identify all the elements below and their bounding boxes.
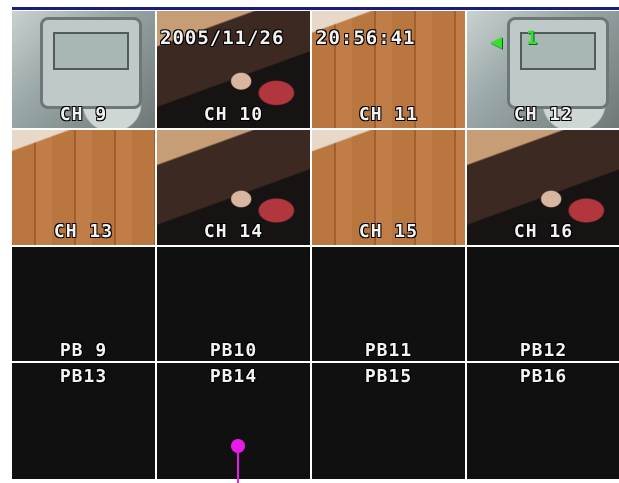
playback-tile-pb14[interactable]: PB14 bbox=[157, 363, 310, 479]
channel-label: CH 12 bbox=[513, 104, 574, 125]
camera-grid: CH 9 CH 10 CH 11 CH 12 CH 13 CH 14 CH 15… bbox=[12, 11, 619, 481]
playback-tile-pb10[interactable]: PB10 bbox=[157, 247, 310, 361]
green-left-arrow-icon: ◀ bbox=[490, 29, 503, 53]
camera-tile-ch9[interactable]: CH 9 bbox=[12, 11, 155, 128]
playback-tile-pb12[interactable]: PB12 bbox=[467, 247, 619, 361]
channel-label: CH 14 bbox=[203, 221, 264, 242]
channel-label: CH 15 bbox=[358, 221, 419, 242]
overlay-date: 2005/11/26 bbox=[160, 27, 285, 49]
playback-label: PB10 bbox=[209, 340, 258, 361]
channel-label: CH 16 bbox=[513, 221, 574, 242]
pointer-line bbox=[237, 452, 239, 483]
clock-device-image bbox=[40, 17, 142, 109]
playback-label: PB14 bbox=[209, 366, 258, 387]
channel-label: CH 11 bbox=[358, 104, 419, 125]
playback-label: PB15 bbox=[364, 366, 413, 387]
channel-label: CH 10 bbox=[203, 104, 264, 125]
pointer-dot bbox=[231, 439, 245, 453]
playback-tile-pb11[interactable]: PB11 bbox=[312, 247, 465, 361]
playback-label: PB11 bbox=[364, 340, 413, 361]
playback-tile-pb13[interactable]: PB13 bbox=[12, 363, 155, 479]
playback-label: PB13 bbox=[59, 366, 108, 387]
camera-tile-ch15[interactable]: CH 15 bbox=[312, 130, 465, 245]
playback-tile-pb15[interactable]: PB15 bbox=[312, 363, 465, 479]
overlay-time: 20:56:41 bbox=[316, 27, 416, 49]
channel-label: CH 13 bbox=[53, 221, 114, 242]
indicator-number: 1 bbox=[526, 27, 538, 49]
playback-tile-pb16[interactable]: PB16 bbox=[467, 363, 619, 479]
playback-label: PB12 bbox=[519, 340, 568, 361]
camera-tile-ch13[interactable]: CH 13 bbox=[12, 130, 155, 245]
camera-tile-ch16[interactable]: CH 16 bbox=[467, 130, 619, 245]
camera-tile-ch14[interactable]: CH 14 bbox=[157, 130, 310, 245]
playback-tile-pb9[interactable]: PB 9 bbox=[12, 247, 155, 361]
playback-label: PB 9 bbox=[59, 340, 108, 361]
channel-label: CH 9 bbox=[59, 104, 108, 125]
clock-device-image bbox=[507, 17, 609, 109]
playback-label: PB16 bbox=[519, 366, 568, 387]
top-bar bbox=[12, 7, 619, 10]
